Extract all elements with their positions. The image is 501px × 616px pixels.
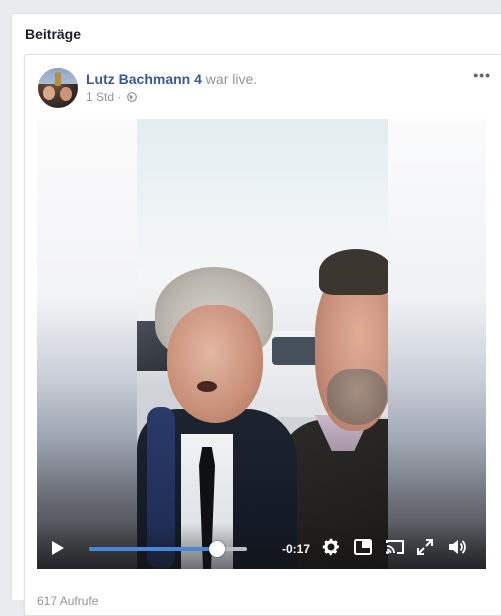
post-header: Lutz Bachmann 4 war live. xyxy=(86,71,257,87)
video-frame xyxy=(137,119,388,569)
video-player[interactable]: -0:17 xyxy=(37,119,486,569)
fullscreen-icon[interactable] xyxy=(415,537,435,557)
progress-fill xyxy=(89,547,217,551)
post-action-text: war live. xyxy=(205,71,258,87)
section-title: Beiträge xyxy=(25,26,82,42)
globe-icon xyxy=(126,91,137,102)
play-icon[interactable] xyxy=(52,541,64,555)
avatar[interactable] xyxy=(38,68,78,108)
volume-icon[interactable] xyxy=(447,537,467,557)
video-blur-right xyxy=(388,119,486,569)
video-controls: -0:17 xyxy=(37,523,486,569)
settings-gear-icon[interactable] xyxy=(321,537,341,557)
post-meta: 1 Std · xyxy=(86,90,137,104)
view-count: 617 Aufrufe xyxy=(37,594,99,608)
author-name-link[interactable]: Lutz Bachmann 4 xyxy=(86,71,202,87)
meta-separator: · xyxy=(117,90,122,104)
video-blur-left xyxy=(37,119,137,569)
post-timestamp[interactable]: 1 Std xyxy=(86,90,114,104)
progress-knob[interactable] xyxy=(208,541,225,557)
posts-section: Beiträge Lutz Bachmann 4 war live. 1 Std… xyxy=(11,13,501,616)
picture-in-picture-icon[interactable] xyxy=(353,537,373,557)
more-options-icon[interactable]: ••• xyxy=(473,67,491,83)
post-card: Lutz Bachmann 4 war live. 1 Std · ••• -0… xyxy=(24,54,501,616)
progress-bar[interactable] xyxy=(89,541,247,557)
cast-icon[interactable] xyxy=(385,537,405,557)
time-remaining: -0:17 xyxy=(282,542,311,556)
